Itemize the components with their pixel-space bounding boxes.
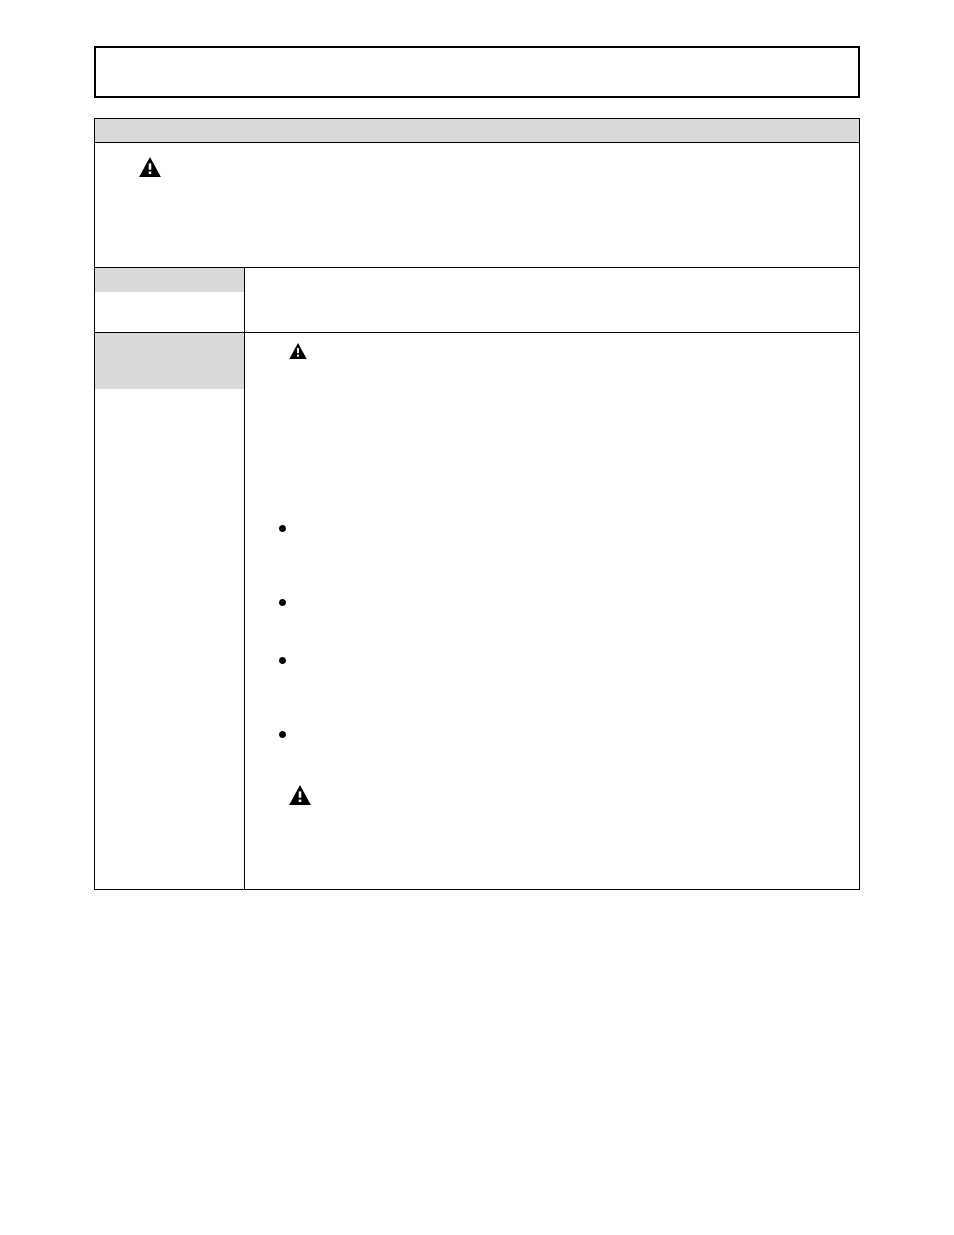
top-warning-text	[171, 157, 841, 247]
page	[0, 0, 954, 1235]
list-item	[279, 521, 841, 577]
body-warning-b-text	[319, 785, 841, 855]
list-item	[279, 727, 841, 767]
body-warning-a	[259, 343, 841, 383]
top-warning-cell	[95, 143, 860, 268]
warning-triangle-icon	[289, 785, 311, 805]
page-title-box	[94, 46, 860, 98]
top-warning-block	[113, 157, 841, 247]
mid-row	[95, 268, 860, 333]
body-row	[95, 333, 860, 890]
body-warning-b	[259, 785, 841, 865]
content-table	[94, 118, 860, 890]
body-paragraph	[259, 393, 841, 503]
warning-triangle-icon	[139, 157, 161, 177]
mid-row-left-header	[95, 268, 244, 292]
body-row-left-header	[95, 333, 244, 389]
body-bullets	[259, 521, 841, 767]
mid-row-left-blank	[95, 292, 244, 332]
section-header-row	[95, 119, 860, 143]
mid-row-left	[95, 268, 245, 333]
list-item	[279, 653, 841, 709]
mid-row-right	[245, 268, 860, 333]
top-warning-row	[95, 143, 860, 268]
section-header-cell	[95, 119, 860, 143]
body-row-left	[95, 333, 245, 890]
list-item	[279, 595, 841, 635]
warning-triangle-icon	[289, 343, 307, 359]
body-row-right	[245, 333, 860, 890]
body-warning-a-text	[315, 343, 841, 383]
